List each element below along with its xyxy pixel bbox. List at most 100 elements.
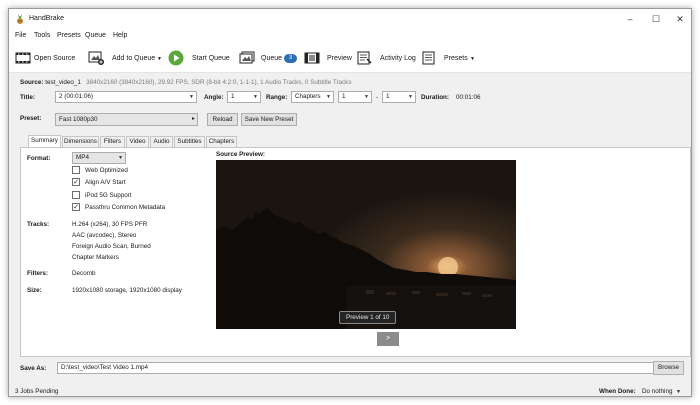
menu-file[interactable]: File: [15, 32, 26, 39]
preset-label: Preset:: [20, 115, 42, 122]
web-optimized-checkbox[interactable]: [72, 166, 80, 174]
next-preview-button[interactable]: >: [377, 332, 399, 346]
save-as-input[interactable]: D:\test_video\Test Video 1.mp4: [57, 362, 655, 374]
preview-counter: Preview 1 of 10: [339, 311, 397, 324]
chevron-down-icon: ▼: [408, 94, 413, 100]
preset-value: Fast 1080p30: [59, 116, 98, 123]
duration-value: 00:01:06: [456, 94, 481, 101]
preview-image: [216, 160, 516, 329]
chevron-down-icon: ▼: [364, 94, 369, 100]
track-audio: AAC (avcodec), Stereo: [72, 232, 137, 239]
format-value: MP4: [76, 154, 89, 161]
range-separator: -: [376, 94, 379, 101]
angle-select-value: 1: [231, 93, 235, 100]
source-label: Source:: [20, 79, 44, 86]
angle-select[interactable]: 1 ▼: [227, 91, 261, 103]
queue-count-badge: 3: [284, 54, 297, 63]
activity-log-icon[interactable]: [356, 51, 372, 65]
preview-button[interactable]: Preview: [327, 55, 352, 62]
window-title: HandBrake: [29, 15, 65, 22]
size-value: 1920x1080 storage, 1920x1080 display: [72, 287, 182, 294]
add-to-queue-dropdown-icon[interactable]: ▼: [157, 56, 162, 62]
maximize-icon[interactable]: ☐: [643, 9, 669, 29]
range-type-value: Chapters: [295, 93, 321, 100]
ipod-support-label: iPod 5G Support: [85, 192, 132, 199]
start-play-icon[interactable]: [168, 50, 184, 66]
toolbar: Open Source Add to Queue ▼ Start Queue Q…: [9, 43, 691, 73]
reload-button[interactable]: Reload: [207, 113, 238, 126]
sunset-skyline-image: [216, 160, 516, 329]
chevron-right-icon: ▸: [191, 116, 195, 122]
align-av-start-label: Align A/V Start: [85, 179, 126, 186]
tracks-label: Tracks:: [27, 221, 50, 228]
film-open-icon[interactable]: [15, 51, 31, 65]
tab-audio[interactable]: Audio: [150, 136, 173, 147]
track-chapters: Chapter Markers: [72, 254, 119, 261]
add-to-queue-button[interactable]: Add to Queue: [112, 55, 155, 62]
tab-summary[interactable]: Summary: [28, 135, 61, 147]
browse-button[interactable]: Browse: [653, 361, 684, 375]
presets-dropdown-icon[interactable]: ▼: [470, 56, 475, 62]
tab-chapters[interactable]: Chapters: [206, 136, 237, 147]
tab-filters[interactable]: Filters: [100, 136, 125, 147]
range-start-select[interactable]: 1 ▼: [338, 91, 372, 103]
tab-dimensions[interactable]: Dimensions: [62, 136, 99, 147]
menu-queue[interactable]: Queue: [85, 32, 106, 39]
checkmark-icon: ✓: [73, 179, 79, 186]
track-video: H.264 (x264), 30 FPS PFR: [72, 221, 148, 228]
menu-tools[interactable]: Tools: [34, 32, 50, 39]
open-source-button[interactable]: Open Source: [34, 55, 75, 62]
align-av-start-checkbox[interactable]: ✓: [72, 178, 80, 186]
close-icon[interactable]: ✕: [667, 9, 691, 29]
queue-button[interactable]: Queue: [261, 55, 282, 62]
source-info: 3840x2160 (3840x2160), 29.92 FPS, SDR (8…: [86, 79, 352, 86]
range-label: Range:: [266, 94, 288, 101]
web-optimized-label: Web Optimized: [85, 167, 128, 174]
title-select[interactable]: 2 (00:01:06) ▼: [55, 91, 197, 103]
passthru-metadata-checkbox[interactable]: ✓: [72, 203, 80, 211]
source-name: test_video_1: [45, 79, 81, 86]
save-as-label: Save As:: [20, 365, 47, 372]
size-label: Size:: [27, 287, 42, 294]
when-done-select[interactable]: Do nothing: [642, 388, 672, 395]
tab-subtitles[interactable]: Subtitles: [174, 136, 205, 147]
when-done-label: When Done:: [599, 388, 636, 395]
chevron-down-icon: ▼: [189, 94, 194, 100]
activity-log-button[interactable]: Activity Log: [380, 55, 416, 62]
jobs-pending: 3 Jobs Pending: [15, 388, 59, 395]
queue-icon[interactable]: [239, 51, 255, 65]
range-end-select[interactable]: 1 ▼: [382, 91, 416, 103]
filters-value: Decomb: [72, 270, 96, 277]
minimize-icon[interactable]: –: [617, 9, 643, 29]
menu-help[interactable]: Help: [113, 32, 127, 39]
angle-label: Angle:: [204, 94, 224, 101]
title-select-value: 2 (00:01:06): [59, 93, 93, 100]
preview-icon[interactable]: [304, 51, 320, 65]
status-bar: 3 Jobs Pending When Done: Do nothing ▼: [9, 385, 691, 396]
checkmark-icon: ✓: [73, 204, 79, 211]
tab-video[interactable]: Video: [126, 136, 149, 147]
duration-label: Duration:: [421, 94, 449, 101]
source-line: Source: test_video_1 3840x2160 (3840x216…: [20, 79, 351, 86]
source-preview-label: Source Preview:: [216, 151, 265, 158]
handbrake-window: HandBrake – ☐ ✕ File Tools Presets Queue…: [8, 8, 692, 397]
presets-icon[interactable]: [421, 51, 437, 65]
presets-button[interactable]: Presets: [444, 55, 468, 62]
preset-select[interactable]: Fast 1080p30 ▸: [55, 113, 198, 126]
chevron-down-icon: ▼: [326, 94, 331, 100]
title-label: Title:: [20, 94, 35, 101]
start-queue-button[interactable]: Start Queue: [192, 55, 230, 62]
menu-bar: File Tools Presets Queue Help: [9, 29, 691, 43]
format-select[interactable]: MP4 ▼: [72, 152, 126, 164]
passthru-metadata-label: Passthru Common Metadata: [85, 204, 166, 211]
save-new-preset-button[interactable]: Save New Preset: [241, 113, 297, 126]
range-start-value: 1: [342, 93, 346, 100]
chevron-down-icon: ▼: [253, 94, 258, 100]
chevron-down-icon[interactable]: ▼: [676, 389, 681, 395]
ipod-support-checkbox[interactable]: [72, 191, 80, 199]
chevron-down-icon: ▼: [118, 155, 123, 161]
add-queue-icon[interactable]: [88, 51, 104, 65]
range-type-select[interactable]: Chapters ▼: [291, 91, 334, 103]
range-end-value: 1: [386, 93, 390, 100]
menu-presets[interactable]: Presets: [57, 32, 81, 39]
